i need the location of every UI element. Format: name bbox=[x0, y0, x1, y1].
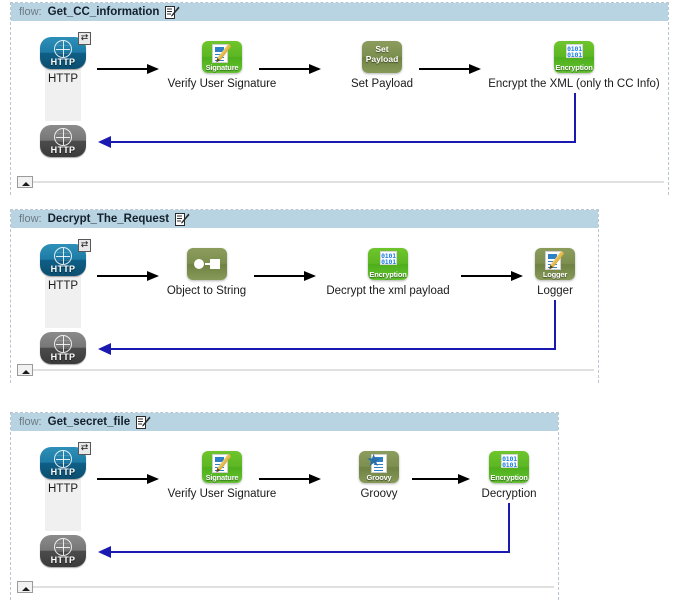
globe-icon bbox=[54, 538, 72, 556]
footer-divider bbox=[33, 181, 664, 183]
logger-icon[interactable]: Logger bbox=[535, 248, 575, 280]
processor-node[interactable]: Set Payload Set Payload bbox=[322, 41, 442, 90]
set-payload-icon[interactable]: Set Payload bbox=[362, 41, 402, 73]
flow-footer-3 bbox=[17, 581, 554, 593]
signature-icon[interactable]: Signature bbox=[202, 451, 242, 483]
processor-label: Groovy bbox=[360, 488, 398, 500]
flow-body-3: HTTP ⇄ HTTP HTTP Signature Verify User S… bbox=[11, 431, 558, 600]
endpoint-icon-caption: HTTP bbox=[50, 145, 76, 155]
processor-node[interactable]: 0101 0101 Encryption Encrypt the XML (on… bbox=[473, 41, 675, 90]
outbound-endpoint-1[interactable]: HTTP bbox=[40, 125, 86, 157]
endpoint-icon-caption: HTTP bbox=[50, 264, 76, 274]
flow-header-3[interactable]: flow: Get_secret_file bbox=[11, 413, 558, 431]
mule-flow-canvas: flow: Get_CC_information HTTP ⇄ HTTP HTT… bbox=[0, 0, 679, 610]
inbound-endpoint-label: HTTP bbox=[47, 280, 79, 292]
icon-caption: Set Payload bbox=[365, 44, 399, 64]
inbound-endpoint-label: HTTP bbox=[47, 73, 79, 85]
globe-icon bbox=[54, 128, 72, 146]
icon-caption: Encryption bbox=[490, 473, 528, 482]
icon-caption: Encryption bbox=[555, 63, 593, 72]
flow-name: Get_CC_information bbox=[47, 6, 160, 18]
flow-keyword: flow: bbox=[19, 213, 42, 225]
http-endpoint-icon[interactable]: HTTP bbox=[40, 125, 86, 157]
flow-container-1[interactable]: flow: Get_CC_information HTTP ⇄ HTTP HTT… bbox=[10, 2, 669, 195]
edit-pencil-icon[interactable] bbox=[136, 415, 151, 429]
processor-label: Logger bbox=[537, 285, 573, 297]
processor-node[interactable]: Object to String bbox=[144, 248, 269, 297]
globe-icon bbox=[54, 247, 72, 265]
inbound-endpoint-1[interactable]: HTTP ⇄ HTTP bbox=[40, 32, 91, 121]
outbound-endpoint-2[interactable]: HTTP bbox=[40, 332, 86, 364]
flow-header-2[interactable]: flow: Decrypt_The_Request bbox=[11, 210, 598, 228]
globe-icon bbox=[54, 40, 72, 58]
request-response-badge-icon: ⇄ bbox=[78, 239, 91, 252]
request-response-badge-icon: ⇄ bbox=[78, 442, 91, 455]
encryption-icon[interactable]: 0101 0101 Encryption bbox=[489, 451, 529, 483]
icon-caption: Signature bbox=[205, 63, 239, 72]
edit-pencil-icon[interactable] bbox=[165, 5, 180, 19]
processor-node[interactable]: Signature Verify User Signature bbox=[141, 451, 303, 500]
endpoint-icon-caption: HTTP bbox=[50, 57, 76, 67]
processor-label: Set Payload bbox=[350, 78, 413, 90]
flow-keyword: flow: bbox=[19, 6, 42, 18]
encryption-icon[interactable]: 0101 0101 Encryption bbox=[554, 41, 594, 73]
collapse-toggle-icon[interactable] bbox=[17, 364, 33, 376]
signature-icon[interactable]: Signature bbox=[202, 41, 242, 73]
flow-container-3[interactable]: flow: Get_secret_file HTTP ⇄ HTTP HTTP S… bbox=[10, 412, 559, 600]
icon-caption: Logger bbox=[542, 270, 568, 279]
flow-arrow bbox=[461, 271, 523, 281]
processor-label: Decryption bbox=[481, 488, 537, 500]
flow-body-2: HTTP ⇄ HTTP HTTP Object to String 0101 0… bbox=[11, 228, 598, 383]
encryption-icon[interactable]: 0101 0101 Encryption bbox=[368, 248, 408, 280]
icon-caption: Groovy bbox=[366, 473, 392, 482]
processor-node[interactable]: 0101 0101 Encryption Decrypt the xml pay… bbox=[314, 248, 462, 297]
flow-header-1[interactable]: flow: Get_CC_information bbox=[11, 3, 668, 21]
icon-caption: Signature bbox=[205, 473, 239, 482]
footer-divider bbox=[33, 586, 554, 588]
flow-keyword: flow: bbox=[19, 416, 42, 428]
request-response-badge-icon: ⇄ bbox=[78, 32, 91, 45]
flow-body-1: HTTP ⇄ HTTP HTTP Signature Verify User S… bbox=[11, 21, 668, 195]
groovy-script-icon[interactable]: ★ Groovy bbox=[359, 451, 399, 483]
footer-divider bbox=[33, 369, 594, 371]
http-endpoint-icon[interactable]: HTTP ⇄ bbox=[40, 32, 91, 69]
flow-footer-2 bbox=[17, 364, 594, 376]
inbound-endpoint-label: HTTP bbox=[47, 483, 79, 495]
binary-glyph: 0101 0101 bbox=[380, 251, 397, 266]
outbound-endpoint-3[interactable]: HTTP bbox=[40, 535, 86, 567]
processor-label: Verify User Signature bbox=[167, 78, 277, 90]
http-endpoint-icon[interactable]: HTTP ⇄ bbox=[40, 442, 91, 479]
object-to-string-icon[interactable] bbox=[186, 248, 227, 280]
binary-glyph: 0101 0101 bbox=[566, 44, 583, 59]
collapse-toggle-icon[interactable] bbox=[17, 581, 33, 593]
processor-node[interactable]: 0101 0101 Encryption Decryption bbox=[469, 451, 549, 500]
flow-name: Get_secret_file bbox=[47, 416, 131, 428]
flow-container-2[interactable]: flow: Decrypt_The_Request HTTP ⇄ HTTP HT… bbox=[10, 209, 599, 383]
globe-icon bbox=[54, 450, 72, 468]
http-endpoint-icon[interactable]: HTTP ⇄ bbox=[40, 239, 91, 276]
edit-pencil-icon[interactable] bbox=[175, 212, 190, 226]
endpoint-icon-caption: HTTP bbox=[50, 467, 76, 477]
processor-label: Verify User Signature bbox=[167, 488, 277, 500]
flow-name: Decrypt_The_Request bbox=[47, 213, 170, 225]
inbound-endpoint-3[interactable]: HTTP ⇄ HTTP bbox=[40, 442, 91, 531]
binary-glyph: 0101 0101 bbox=[501, 454, 518, 469]
http-endpoint-icon[interactable]: HTTP bbox=[40, 535, 86, 567]
globe-icon bbox=[54, 335, 72, 353]
endpoint-icon-caption: HTTP bbox=[50, 555, 76, 565]
processor-node[interactable]: ★ Groovy Groovy bbox=[339, 451, 419, 500]
flow-footer-1 bbox=[17, 176, 664, 188]
processor-node[interactable]: Logger Logger bbox=[515, 248, 595, 297]
processor-node[interactable]: Signature Verify User Signature bbox=[141, 41, 303, 90]
processor-label: Encrypt the XML (only th CC Info) bbox=[488, 78, 660, 90]
processor-label: Decrypt the xml payload bbox=[326, 285, 450, 297]
collapse-toggle-icon[interactable] bbox=[17, 176, 33, 188]
endpoint-icon-caption: HTTP bbox=[50, 352, 76, 362]
http-endpoint-icon[interactable]: HTTP bbox=[40, 332, 86, 364]
object-to-string-glyph bbox=[187, 258, 227, 270]
processor-label: Object to String bbox=[166, 285, 247, 297]
icon-caption: Encryption bbox=[369, 270, 407, 279]
flow-arrow bbox=[412, 474, 470, 484]
inbound-endpoint-2[interactable]: HTTP ⇄ HTTP bbox=[40, 239, 91, 328]
